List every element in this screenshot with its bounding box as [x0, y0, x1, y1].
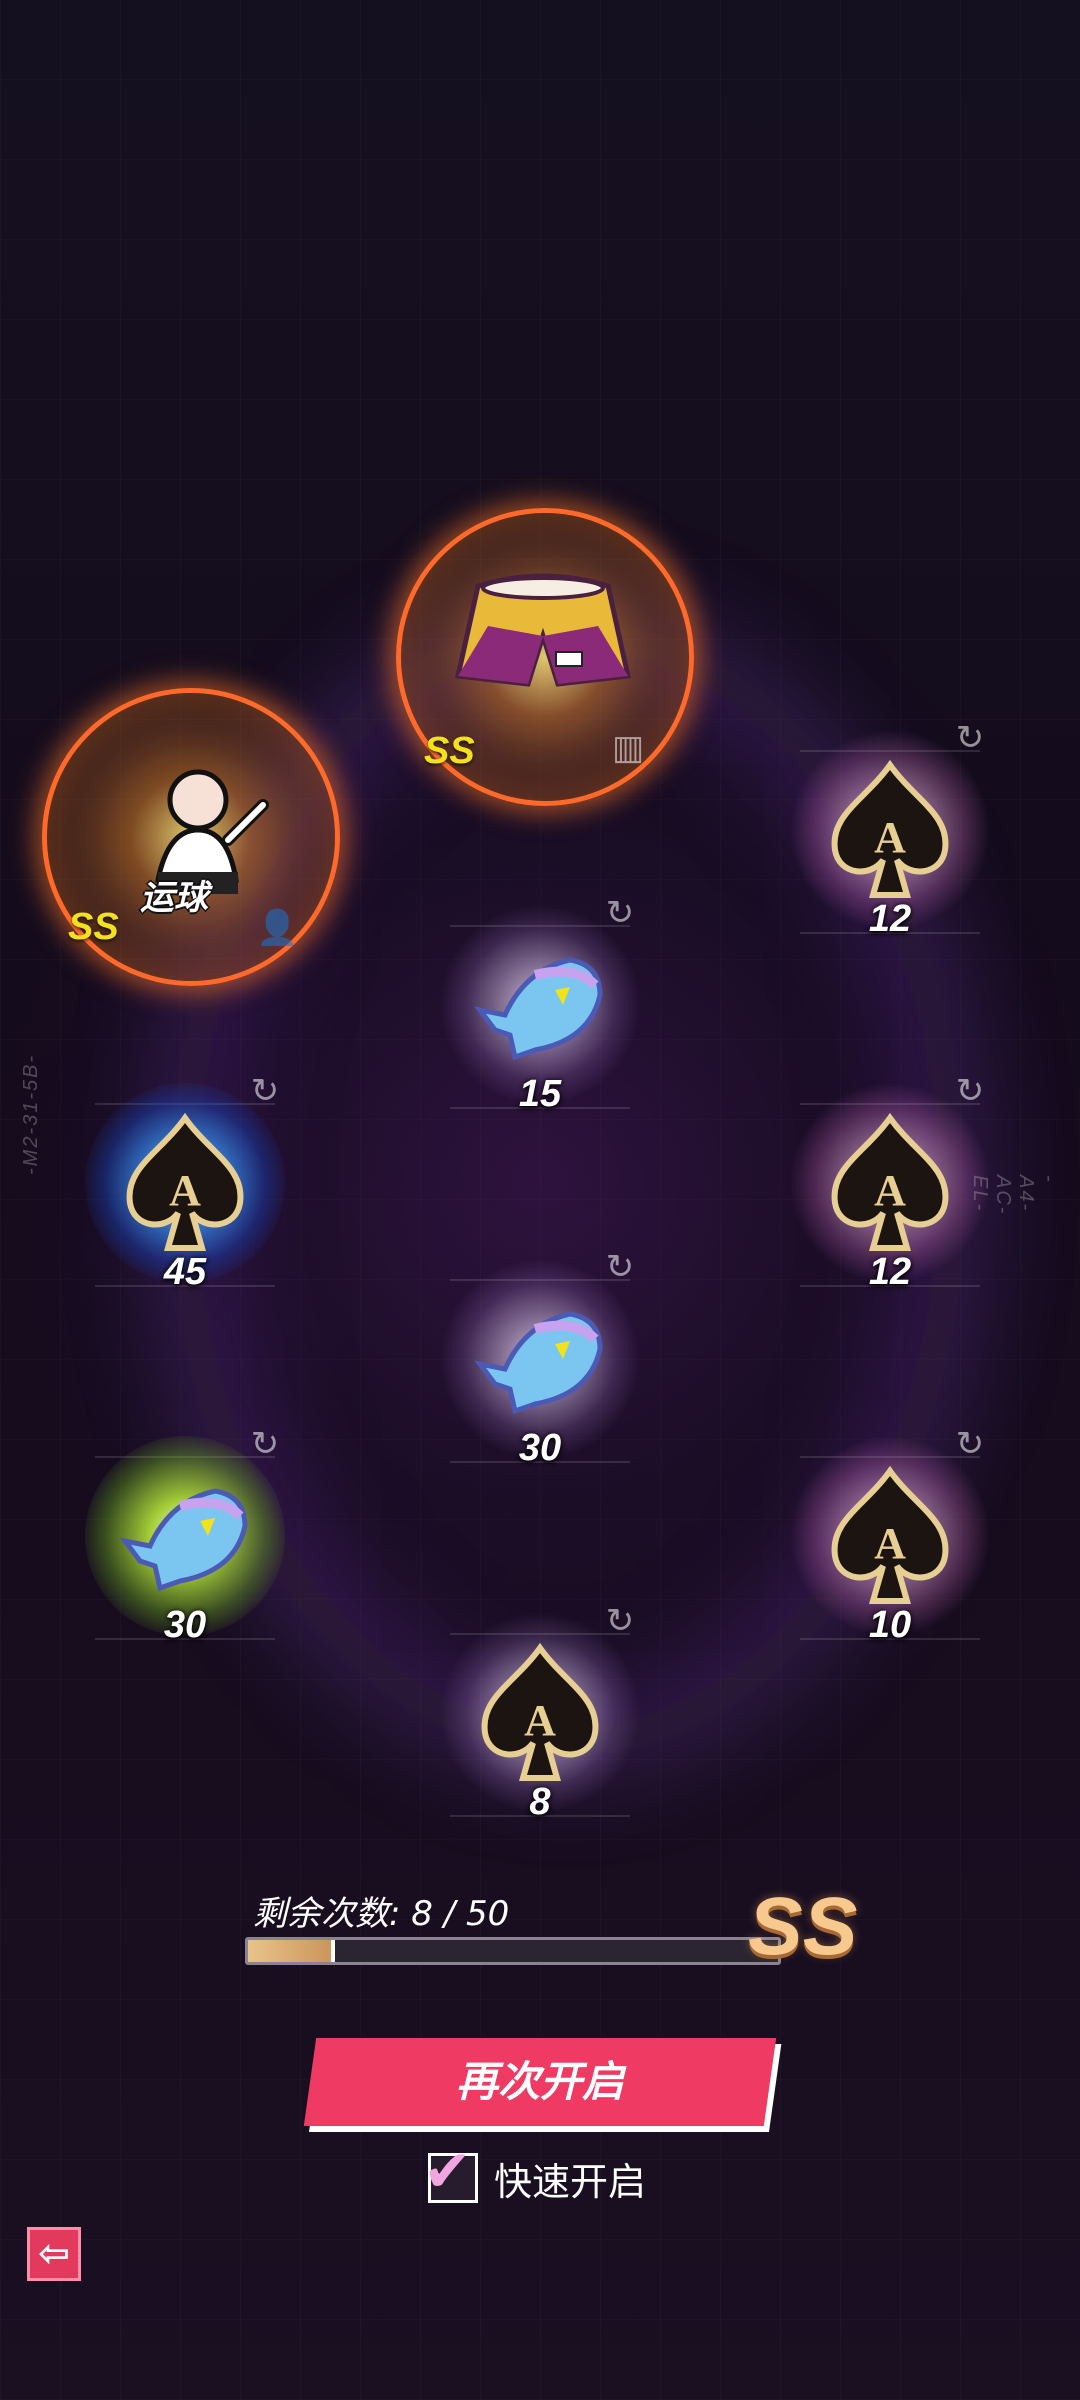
refresh-icon[interactable]: ↻: [600, 893, 640, 933]
shorts-icon: [454, 573, 632, 687]
refresh-icon[interactable]: ↻: [245, 1071, 285, 1111]
fish-icon: [475, 1311, 603, 1415]
back-button[interactable]: ⇦: [27, 2227, 81, 2281]
quick-open-label: 快速开启: [494, 2159, 647, 2204]
skill-chip: 运球: [140, 878, 208, 918]
refresh-icon[interactable]: ↻: [950, 1424, 990, 1464]
ss-grade-label-2: SS: [424, 730, 475, 772]
reward-count: 30: [163, 1604, 207, 1646]
shorts-small-icon: ▥: [612, 728, 645, 768]
person-icon: 👤: [256, 908, 299, 948]
svg-text:A: A: [874, 1519, 906, 1568]
ss-grade-label-1: SS: [68, 906, 119, 948]
checkmark-icon: ✔: [423, 2137, 472, 2205]
ace-spade-icon: A: [831, 1113, 949, 1251]
reward-count: 8: [529, 1781, 551, 1823]
reward-slot-1[interactable]: ↻ A 12: [790, 718, 990, 940]
remaining-count-label: 剩余次数: 8 / 50: [253, 1894, 510, 1934]
refresh-icon[interactable]: ↻: [950, 1071, 990, 1111]
svg-text:A: A: [874, 1166, 906, 1215]
refresh-icon[interactable]: ↻: [245, 1424, 285, 1464]
reward-slot-6[interactable]: ↻ 30: [85, 1424, 285, 1646]
reward-slot-5[interactable]: ↻ 30: [440, 1247, 640, 1469]
ace-spade-icon: A: [481, 1643, 599, 1781]
side-code-left: -M2-31-5B-: [20, 1053, 42, 1175]
reward-count: 30: [518, 1427, 562, 1469]
reward-slot-8[interactable]: ↻ A 8: [440, 1601, 640, 1823]
reward-count: 12: [868, 1251, 912, 1293]
ace-spade-icon: A: [126, 1113, 244, 1251]
refresh-icon[interactable]: ↻: [600, 1601, 640, 1641]
quick-open-toggle[interactable]: ✔ 快速开启: [423, 2142, 647, 2206]
ace-spade-icon: A: [831, 1466, 949, 1604]
svg-text:A: A: [169, 1166, 201, 1215]
reward-count: 12: [868, 898, 912, 940]
reward-slot-2[interactable]: ↻ 15: [440, 893, 640, 1115]
fish-icon: [120, 1488, 248, 1592]
reward-slot-3[interactable]: ↻ A 45: [85, 1071, 285, 1293]
refresh-icon[interactable]: ↻: [950, 718, 990, 758]
fish-icon: [475, 957, 603, 1061]
ace-spade-icon: A: [831, 760, 949, 898]
reward-count: 15: [518, 1073, 562, 1115]
progress-fill: [248, 1940, 333, 1962]
reward-count: 10: [868, 1604, 912, 1646]
open-again-label: 再次开启: [455, 2057, 624, 2106]
pool-grade-badge: SS: [748, 1881, 858, 1972]
reward-slot-7[interactable]: ↻ A 10: [790, 1424, 990, 1646]
svg-text:A: A: [874, 813, 906, 862]
refresh-icon[interactable]: ↻: [600, 1247, 640, 1287]
svg-text:A: A: [524, 1696, 556, 1745]
progress-marker: [330, 1940, 335, 1962]
reward-count: 45: [163, 1251, 207, 1293]
quick-open-checkbox[interactable]: ✔: [423, 2142, 478, 2203]
reward-slot-4[interactable]: ↻ A 12: [790, 1071, 990, 1293]
remaining-progress-bar: [245, 1937, 781, 1965]
back-arrow-icon: ⇦: [38, 2231, 70, 2275]
